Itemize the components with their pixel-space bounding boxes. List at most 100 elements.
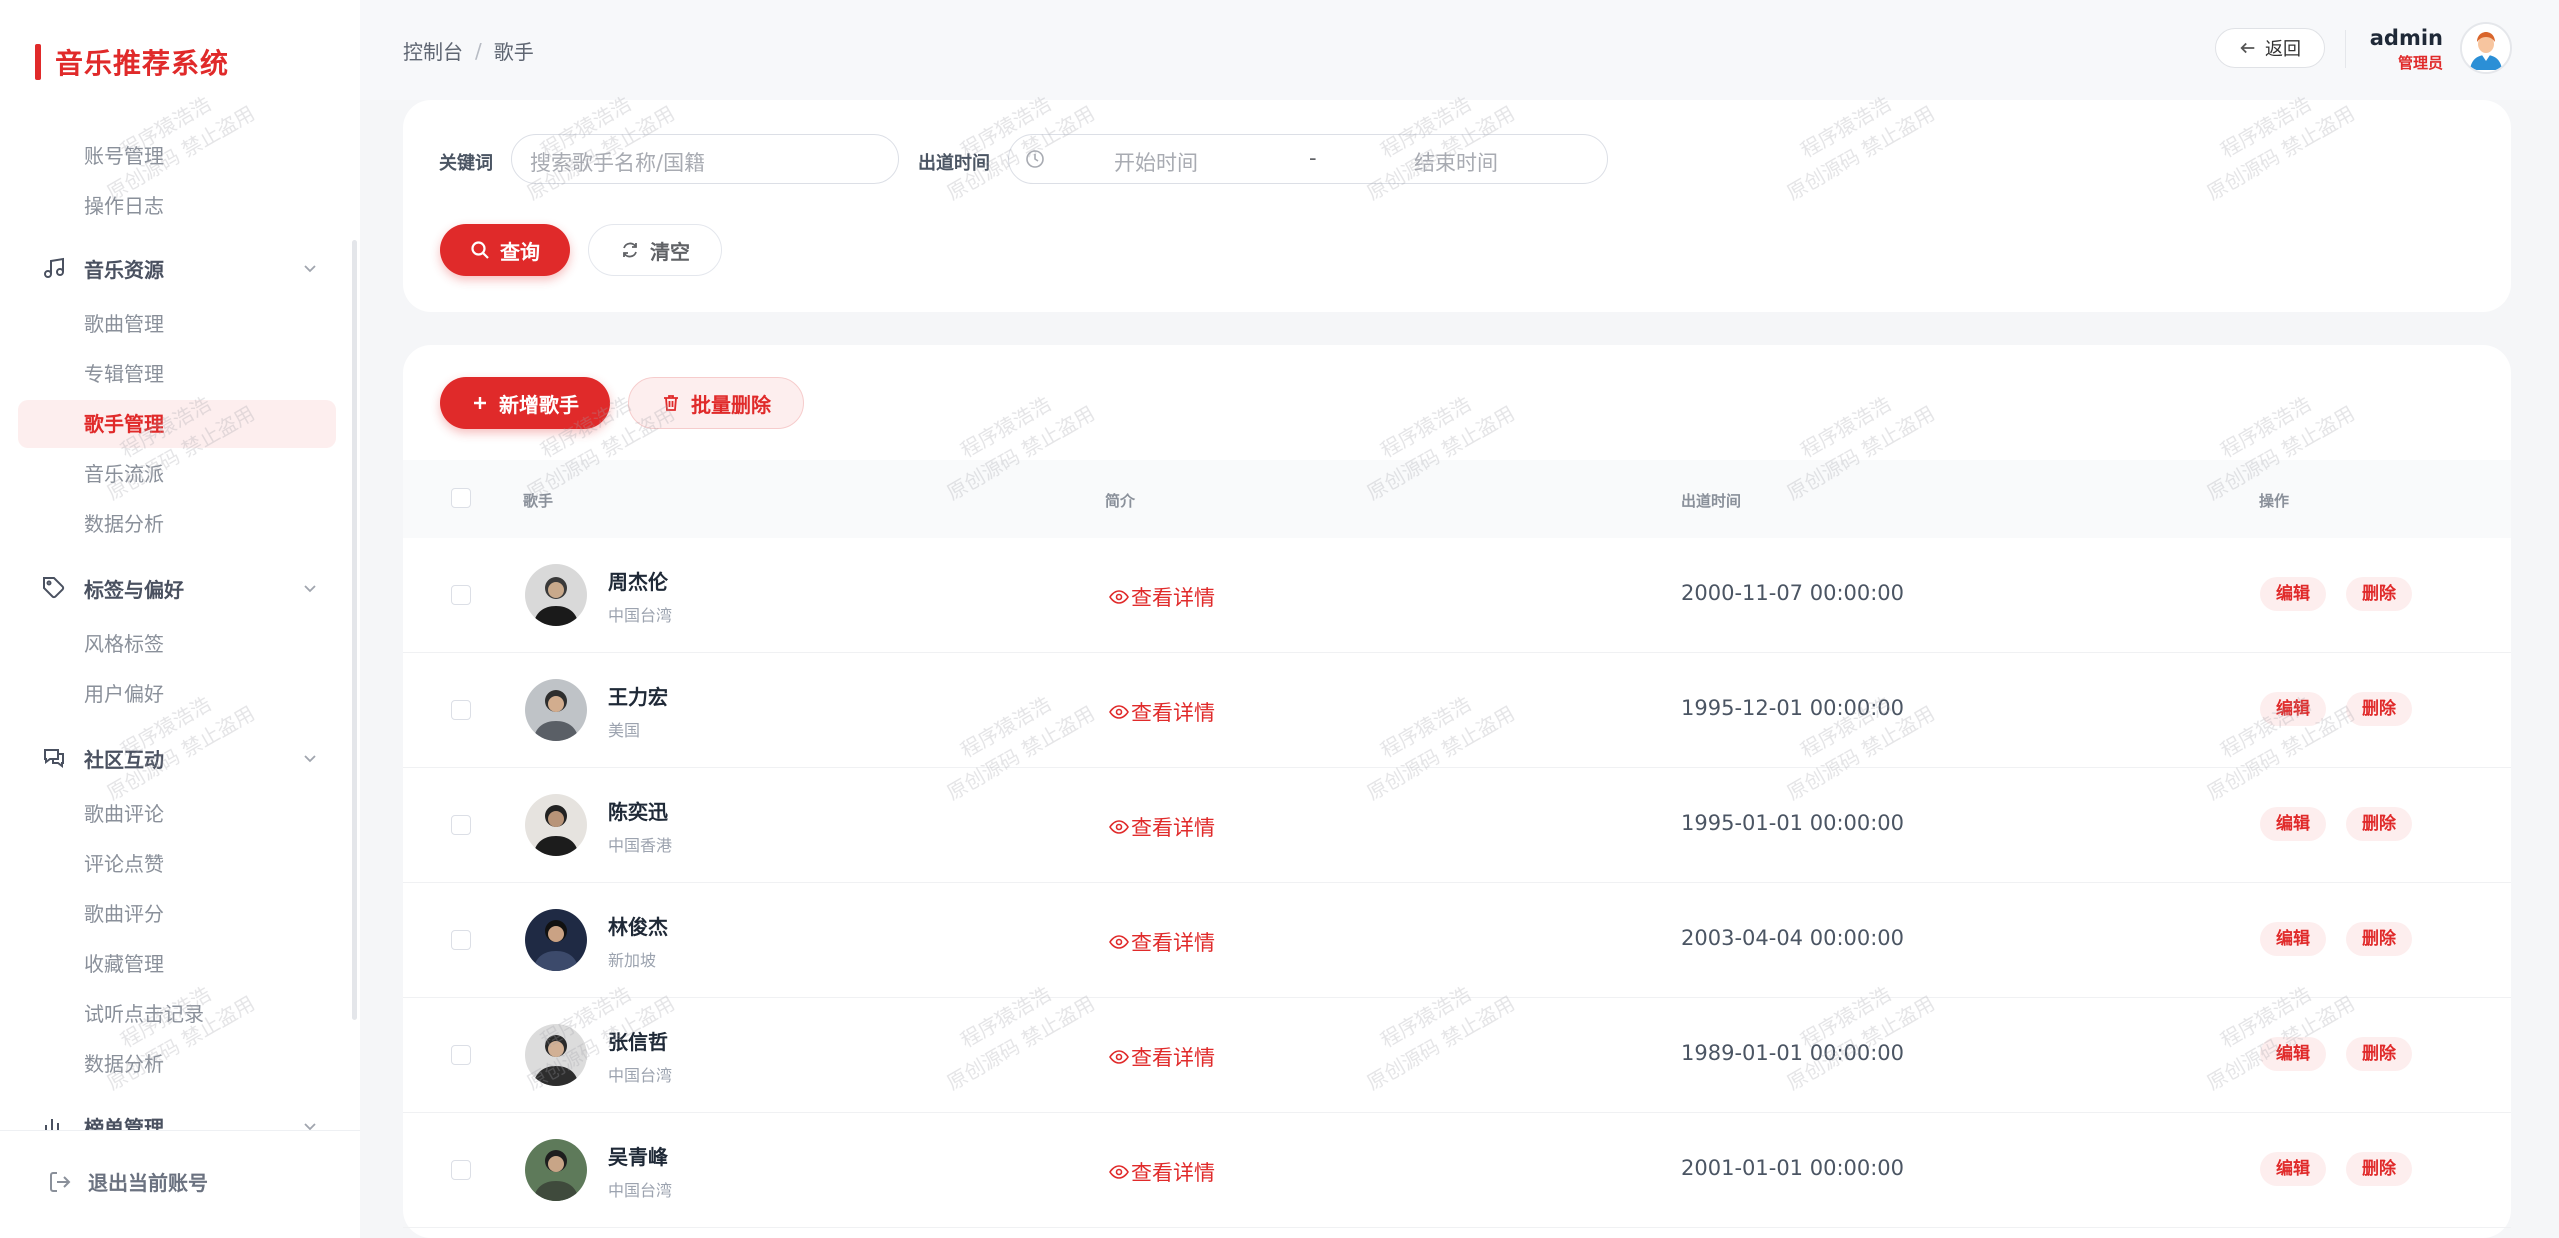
clock-icon: [1026, 150, 1044, 168]
sidebar-group-tags[interactable]: 标签与偏好: [40, 566, 320, 610]
batch-delete-button[interactable]: 批量删除: [628, 377, 804, 429]
debut-time: 2003-04-04 00:00:00: [1681, 926, 1905, 950]
singer-name: 王力宏: [608, 685, 668, 709]
refresh-icon: [623, 242, 637, 258]
view-detail-label: 查看详情: [1131, 1046, 1215, 1070]
debut-date-range-picker[interactable]: 开始时间 - 结束时间: [1008, 134, 1608, 184]
edit-button[interactable]: 编辑: [2260, 807, 2326, 841]
logout-button[interactable]: 退出当前账号: [48, 1167, 208, 1196]
sidebar-group-community[interactable]: 社区互动: [40, 736, 320, 780]
keyword-placeholder: 搜索歌手名称/国籍: [530, 151, 706, 175]
eye-icon: [1109, 705, 1129, 719]
view-detail-link[interactable]: 查看详情: [1109, 927, 1215, 957]
row-checkbox[interactable]: [451, 815, 471, 835]
logout-area: 退出当前账号: [0, 1130, 360, 1238]
view-detail-label: 查看详情: [1131, 931, 1215, 955]
edit-button[interactable]: 编辑: [2260, 922, 2326, 956]
view-detail-link[interactable]: 查看详情: [1109, 582, 1215, 612]
singer-name: 吴青峰: [608, 1145, 668, 1169]
singer-name: 周杰伦: [608, 570, 668, 594]
delete-button[interactable]: 删除: [2346, 692, 2412, 726]
logout-label: 退出当前账号: [88, 1171, 208, 1195]
delete-button[interactable]: 删除: [2346, 577, 2412, 611]
table-row: 周杰伦 中国台湾 查看详情 2000-11-07 00:00:00 编辑 删除: [403, 538, 2511, 653]
delete-button[interactable]: 删除: [2346, 807, 2412, 841]
singer-avatar: [525, 679, 587, 741]
row-checkbox[interactable]: [451, 930, 471, 950]
delete-button[interactable]: 删除: [2346, 1152, 2412, 1186]
logout-icon: [50, 1171, 71, 1192]
view-detail-link[interactable]: 查看详情: [1109, 1042, 1215, 1072]
edit-button[interactable]: 编辑: [2260, 577, 2326, 611]
sidebar-item-community-analytics[interactable]: 数据分析: [84, 1044, 164, 1084]
debut-time: 1995-12-01 00:00:00: [1681, 696, 1905, 720]
start-date-placeholder[interactable]: 开始时间: [1114, 147, 1198, 177]
breadcrumb-current: 歌手: [493, 40, 534, 64]
singer-avatar: [525, 1024, 587, 1086]
sidebar-item-singers[interactable]: 歌手管理: [84, 404, 164, 444]
sidebar-group-label: 音乐资源: [84, 257, 164, 282]
singer-region: 中国台湾: [608, 1181, 673, 1200]
view-detail-link[interactable]: 查看详情: [1109, 812, 1215, 842]
chevron-down-icon: [304, 1123, 316, 1130]
sidebar-item-favorites[interactable]: 收藏管理: [84, 944, 164, 984]
query-button[interactable]: 查询: [440, 224, 570, 276]
range-separator: -: [1309, 146, 1317, 170]
edit-button[interactable]: 编辑: [2260, 1152, 2326, 1186]
row-checkbox[interactable]: [451, 1045, 471, 1065]
sidebar-item-albums[interactable]: 专辑管理: [84, 354, 164, 394]
sidebar-item-style-tags[interactable]: 风格标签: [84, 624, 164, 664]
sidebar-group-label: 社区互动: [84, 747, 164, 772]
singer-avatar: [525, 1139, 587, 1201]
sidebar-item-account[interactable]: 账号管理: [84, 136, 164, 176]
sidebar-item-genres[interactable]: 音乐流派: [84, 454, 164, 494]
delete-button[interactable]: 删除: [2346, 1037, 2412, 1071]
sidebar-item-operation-log[interactable]: 操作日志: [84, 186, 164, 226]
breadcrumb-dashboard[interactable]: 控制台: [403, 36, 463, 65]
sidebar-item-play-records[interactable]: 试听点击记录: [84, 994, 204, 1034]
table-row: 林俊杰 新加坡 查看详情 2003-04-04 00:00:00 编辑 删除: [403, 883, 2511, 998]
row-checkbox[interactable]: [451, 1160, 471, 1180]
sidebar-item-song-comments[interactable]: 歌曲评论: [84, 794, 164, 834]
back-button[interactable]: 返回: [2215, 28, 2325, 68]
row-checkbox[interactable]: [451, 585, 471, 605]
column-header-intro: 简介: [1105, 492, 1136, 510]
delete-button[interactable]: 删除: [2346, 922, 2412, 956]
singer-table-panel: 新增歌手 批量删除 歌手 简介 出道时间 操作 周杰伦 中国台湾 查看详情 20…: [403, 345, 2511, 1238]
add-singer-button[interactable]: 新增歌手: [440, 377, 610, 429]
sidebar-item-song-ratings[interactable]: 歌曲评分: [84, 894, 164, 934]
add-singer-label: 新增歌手: [499, 392, 579, 417]
view-detail-link[interactable]: 查看详情: [1109, 1157, 1215, 1187]
sidebar-group-music-resources[interactable]: 音乐资源: [40, 246, 320, 290]
end-date-placeholder[interactable]: 结束时间: [1414, 147, 1498, 177]
sidebar-item-songs[interactable]: 歌曲管理: [84, 304, 164, 344]
sidebar-item-analytics[interactable]: 数据分析: [84, 504, 164, 544]
search-panel: 关键词 搜索歌手名称/国籍 出道时间 开始时间 - 结束时间 查询 清空: [403, 100, 2511, 312]
chevron-down-icon: [304, 755, 316, 763]
debut-time: 2000-11-07 00:00:00: [1681, 581, 1905, 605]
sidebar-group-charts[interactable]: 榜单管理: [40, 1104, 320, 1130]
sidebar-item-user-preferences[interactable]: 用户偏好: [84, 674, 164, 714]
back-button-label: 返回: [2265, 39, 2301, 60]
column-header-debut: 出道时间: [1681, 492, 1742, 510]
music-note-icon: [40, 254, 68, 282]
edit-button[interactable]: 编辑: [2260, 692, 2326, 726]
query-button-label: 查询: [500, 239, 540, 264]
chat-icon: [40, 744, 68, 772]
header-divider: [2345, 30, 2346, 68]
edit-button[interactable]: 编辑: [2260, 1037, 2326, 1071]
avatar[interactable]: [2460, 22, 2512, 74]
tag-icon: [40, 574, 68, 602]
keyword-search-input[interactable]: 搜索歌手名称/国籍: [511, 134, 899, 184]
sidebar-item-comment-likes[interactable]: 评论点赞: [84, 844, 164, 884]
view-detail-link[interactable]: 查看详情: [1109, 697, 1215, 727]
brand-title: 音乐推荐系统: [55, 47, 230, 80]
clear-button[interactable]: 清空: [588, 224, 722, 276]
singer-region: 中国台湾: [608, 606, 673, 625]
sidebar-scrollbar[interactable]: [352, 240, 357, 1020]
select-all-checkbox[interactable]: [451, 488, 471, 508]
row-checkbox[interactable]: [451, 700, 471, 720]
trash-icon: [664, 395, 678, 411]
table-row: 王力宏 美国 查看详情 1995-12-01 00:00:00 编辑 删除: [403, 653, 2511, 768]
singer-region: 美国: [608, 721, 641, 740]
